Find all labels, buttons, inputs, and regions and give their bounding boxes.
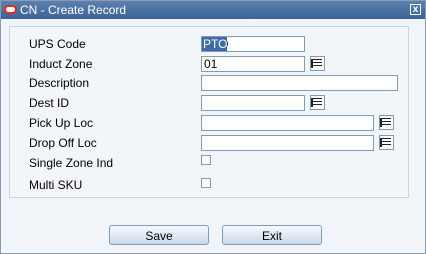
single-zone-ind-label: Single Zone Ind	[29, 156, 114, 170]
induct-zone-lov-icon[interactable]	[310, 56, 325, 71]
pick-up-loc-lov-icon[interactable]	[379, 115, 394, 130]
save-button[interactable]: Save	[109, 225, 209, 245]
multi-sku-label: Multi SKU	[29, 178, 83, 192]
dest-id-input[interactable]	[201, 95, 305, 111]
pick-up-loc-label: Pick Up Loc	[29, 116, 94, 130]
multi-sku-checkbox[interactable]	[201, 178, 211, 188]
drop-off-loc-label: Drop Off Loc	[29, 136, 97, 150]
induct-zone-label: Induct Zone	[29, 57, 93, 71]
dest-id-label: Dest ID	[29, 96, 70, 110]
induct-zone-input[interactable]	[201, 56, 305, 72]
description-label: Description	[29, 76, 90, 90]
oracle-icon	[4, 5, 17, 14]
dest-id-lov-icon[interactable]	[310, 95, 325, 110]
window-title: CN - Create Record	[20, 3, 127, 17]
ups-code-selected-text: PTO	[202, 37, 228, 51]
drop-off-loc-lov-icon[interactable]	[379, 135, 394, 150]
single-zone-ind-checkbox[interactable]	[201, 155, 211, 165]
close-icon[interactable]: x	[410, 4, 421, 15]
ups-code-label: UPS Code	[29, 37, 86, 51]
create-record-dialog: CN - Create Record x UPS Code PTO Induct…	[0, 0, 426, 254]
drop-off-loc-input[interactable]	[201, 135, 374, 151]
title-bar: CN - Create Record x	[1, 1, 425, 19]
exit-button[interactable]: Exit	[222, 225, 322, 245]
pick-up-loc-input[interactable]	[201, 115, 374, 131]
description-input[interactable]	[201, 75, 398, 91]
